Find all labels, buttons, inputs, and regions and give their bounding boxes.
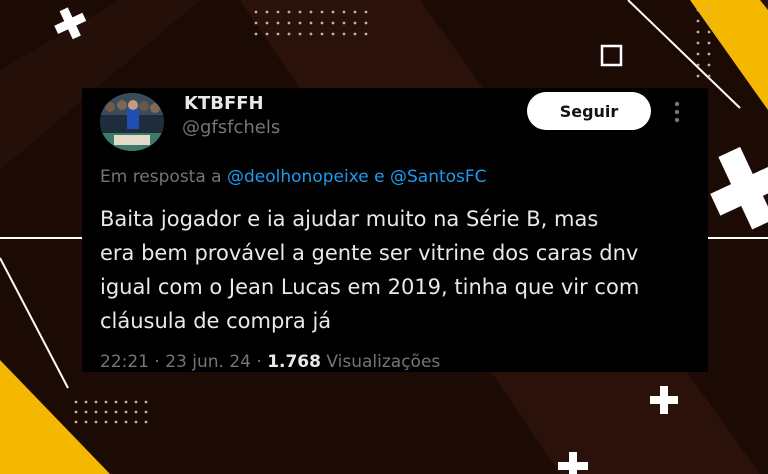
decor-dot [707, 19, 711, 23]
decor-dot [74, 420, 78, 424]
decor-dot [298, 21, 302, 25]
decor-dot [84, 420, 88, 424]
decor-dot [94, 400, 98, 404]
reply-prefix: Em resposta a [100, 167, 222, 187]
decor-dot [74, 410, 78, 414]
decor-dot [331, 32, 335, 36]
tweet-text: Baita jogador e ia ajudar muito na Série… [100, 202, 690, 338]
decor-dot [353, 10, 357, 14]
decor-dot [696, 8, 700, 12]
decor-dot [84, 400, 88, 404]
decor-dot [331, 10, 335, 14]
views-label: Visualizações [326, 352, 441, 372]
plus-icon [710, 146, 768, 230]
decor-dot [696, 52, 700, 56]
decor-dot [707, 8, 711, 12]
decor-dot [265, 32, 269, 36]
meta-separator: · [256, 352, 262, 372]
decor-dot [144, 400, 148, 404]
white-diagonal-line-left [0, 257, 69, 389]
decor-dot [94, 420, 98, 424]
decor-dot [696, 74, 700, 78]
decor-dot [298, 32, 302, 36]
reply-conjunction: e [374, 167, 385, 187]
decor-dot [134, 410, 138, 414]
decor-dot [342, 10, 346, 14]
decor-dot [276, 10, 280, 14]
decor-dot [254, 10, 258, 14]
decor-dot [353, 21, 357, 25]
decor-dot [696, 63, 700, 67]
decor-dot [696, 41, 700, 45]
decor-dot [320, 10, 324, 14]
decor-dot [134, 420, 138, 424]
reply-context: Em resposta a @deolhonopeixe e @SantosFC [100, 167, 487, 187]
decor-dot [254, 21, 258, 25]
decor-dot [276, 32, 280, 36]
decor-dot [287, 10, 291, 14]
decor-dot [144, 410, 148, 414]
tweet-text-line: cláusula de compra já [100, 309, 332, 333]
decor-dot [707, 30, 711, 34]
decor-dot [124, 420, 128, 424]
display-name[interactable]: KTBFFH [184, 93, 264, 114]
decor-dot [84, 410, 88, 414]
decor-dot [124, 400, 128, 404]
decor-dot [309, 32, 313, 36]
decor-dot [707, 63, 711, 67]
views-count: 1.768 [267, 352, 321, 372]
decor-dot [124, 410, 128, 414]
reply-mention-2[interactable]: @SantosFC [390, 167, 487, 187]
decor-dot [353, 32, 357, 36]
decor-dot [104, 400, 108, 404]
decor-dot [287, 21, 291, 25]
decor-dot [114, 410, 118, 414]
tweet-text-line: era bem provável a gente ser vitrine dos… [100, 241, 639, 265]
follow-button[interactable]: Seguir [527, 92, 651, 130]
reply-mention-1[interactable]: @deolhonopeixe [227, 167, 369, 187]
decor-dot [364, 10, 368, 14]
decor-dot [331, 21, 335, 25]
decor-dot [94, 410, 98, 414]
decor-dot [104, 420, 108, 424]
decor-dot [342, 32, 346, 36]
tweet-time[interactable]: 22:21 [100, 352, 149, 372]
more-vertical-icon[interactable] [667, 98, 687, 126]
tweet-meta: 22:21 · 23 jun. 24 · 1.768 Visualizações [100, 352, 440, 372]
decor-dot [74, 400, 78, 404]
decor-dot [265, 21, 269, 25]
decor-dot [298, 10, 302, 14]
decor-dot [342, 21, 346, 25]
decor-dot [309, 10, 313, 14]
decor-dot [364, 21, 368, 25]
decor-dot [696, 30, 700, 34]
decor-dot [276, 21, 280, 25]
decor-dot [320, 32, 324, 36]
dot-grid-bottom [74, 400, 148, 424]
decor-dot [265, 10, 269, 14]
decor-dot [320, 21, 324, 25]
yellow-stripe-left [0, 360, 110, 474]
decor-dot [134, 400, 138, 404]
decor-dot [696, 19, 700, 23]
decor-dot [104, 410, 108, 414]
decor-dot [144, 420, 148, 424]
decor-dot [707, 74, 711, 78]
decor-dot [707, 41, 711, 45]
square-outline-icon [600, 44, 623, 67]
decor-dot [114, 420, 118, 424]
decor-dot [287, 32, 291, 36]
decor-dot [707, 52, 711, 56]
username[interactable]: @gfsfchels [182, 117, 280, 138]
decor-dot [364, 32, 368, 36]
avatar[interactable] [100, 93, 164, 151]
tweet-date[interactable]: 23 jun. 24 [165, 352, 251, 372]
decor-dot [309, 21, 313, 25]
tweet-card: KTBFFH @gfsfchels Seguir Em resposta a @… [82, 88, 708, 372]
tweet-text-line: igual com o Jean Lucas em 2019, tinha qu… [100, 275, 640, 299]
decor-dot [254, 32, 258, 36]
tweet-text-line: Baita jogador e ia ajudar muito na Série… [100, 207, 599, 231]
decor-dot [114, 400, 118, 404]
meta-separator: · [154, 352, 160, 372]
